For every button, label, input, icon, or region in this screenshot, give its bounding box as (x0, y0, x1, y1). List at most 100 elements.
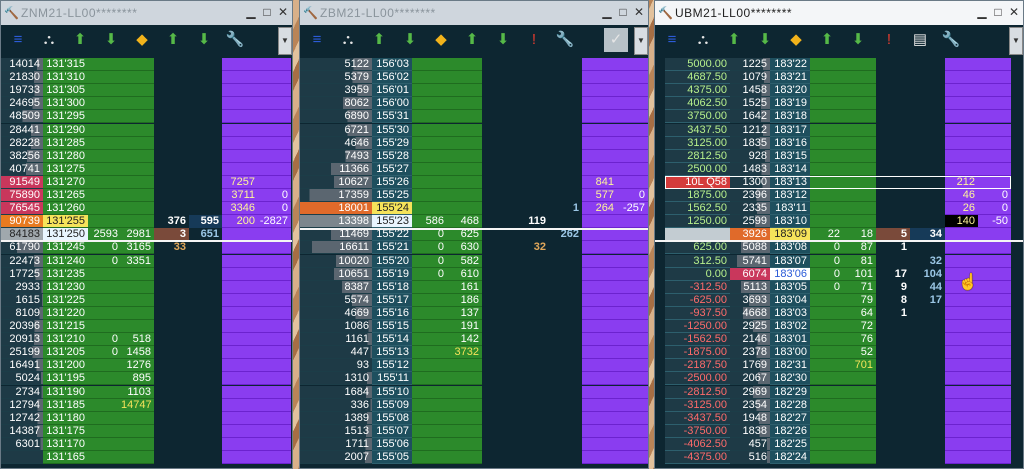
ladder-cell[interactable] (549, 438, 582, 451)
ladder-cell[interactable]: 131'290 (43, 123, 88, 137)
ladder-cell[interactable]: 17359 (300, 189, 372, 202)
ladder-cell[interactable]: 19733 (1, 84, 43, 98)
down-icon[interactable]: ⬇ (491, 28, 515, 52)
down-icon[interactable]: ⬇ (192, 28, 216, 52)
ladder-cell[interactable] (189, 189, 222, 202)
ladder-cell[interactable] (189, 346, 222, 359)
close-icon[interactable]: ✕ (632, 5, 646, 19)
ladder-cell[interactable] (88, 162, 121, 176)
ladder-cell[interactable]: 52 (843, 346, 876, 360)
ladder-cell[interactable]: 131'185 (43, 398, 88, 412)
ladder-cell[interactable] (222, 424, 258, 438)
ladder-cell[interactable]: 2067 (730, 372, 770, 386)
ladder-cell[interactable] (978, 385, 1011, 399)
ladder-cell[interactable]: 1310 (300, 372, 372, 386)
ladder-cell[interactable] (412, 110, 447, 124)
ladder-cell[interactable]: 1948 (730, 411, 770, 425)
pnl-column[interactable]: 5000.00 4687.50 4375.00 4062.50 3750.00 3437.… (665, 58, 730, 468)
ladder-cell[interactable] (258, 306, 291, 320)
ladder-cell[interactable] (582, 385, 617, 399)
ladder-cell[interactable] (121, 320, 154, 333)
ladder-cell[interactable] (482, 438, 549, 451)
ladder-cell[interactable]: 155'31 (372, 110, 412, 124)
ladder-cell[interactable] (876, 215, 910, 228)
ladder-cell[interactable] (876, 320, 910, 333)
ladder-cell[interactable] (549, 58, 582, 71)
ladder-cell[interactable]: 4062.50 (665, 97, 730, 111)
ladder-cell[interactable]: 34 (910, 228, 945, 242)
ladder-cell[interactable] (910, 189, 945, 202)
ladder-cell[interactable]: 8109 (1, 306, 43, 320)
ladder-cell[interactable]: 186 (447, 293, 482, 307)
title-bar[interactable]: 🔨 ZBM21-LL00******** ▁ □ ✕ (300, 1, 648, 25)
ladder-cell[interactable] (88, 189, 121, 202)
ladder-cell[interactable] (810, 123, 843, 137)
ladder-cell[interactable] (582, 97, 617, 111)
ladder-cell[interactable] (810, 451, 843, 464)
ladder-cell[interactable]: 61790 (1, 241, 43, 255)
minimize-icon[interactable]: ▁ (244, 5, 258, 19)
ladder-cell[interactable] (945, 110, 978, 124)
ladder-cell[interactable] (121, 437, 154, 451)
ladder-cell[interactable]: 161 (447, 280, 482, 294)
ladder-cell[interactable]: 155'12 (372, 359, 412, 373)
ladder-cell[interactable] (258, 267, 291, 281)
ladder-cell[interactable] (121, 451, 154, 464)
ladder-cell[interactable]: 155'14 (372, 333, 412, 347)
ladder-cell[interactable]: 131'285 (43, 136, 88, 150)
ladder-cell[interactable] (222, 280, 258, 294)
ladder-cell[interactable] (582, 451, 617, 464)
ladder-cell[interactable]: 17 (910, 293, 945, 307)
ladder-cell[interactable] (482, 399, 549, 412)
ladder-cell[interactable] (222, 228, 258, 242)
ladder-cell[interactable] (843, 451, 876, 464)
ladder-cell[interactable] (258, 84, 291, 98)
ladder-cell[interactable]: 183'12 (770, 189, 810, 202)
ladder-cell[interactable]: 1250.00 (665, 215, 730, 229)
mid-column[interactable]: 376 3 33 (154, 58, 189, 468)
ladder-cell[interactable] (617, 71, 648, 85)
ladder-cell[interactable] (412, 372, 447, 386)
ladder-cell[interactable] (189, 425, 222, 438)
volume-column[interactable]: 14014 21830 19733 24695 48509 28441 28228 38256… (1, 58, 43, 468)
ladder-cell[interactable]: 3351 (121, 254, 154, 268)
ladder-cell[interactable] (88, 71, 121, 85)
ladder-cell[interactable] (88, 293, 121, 307)
ladder-cell[interactable]: 17 (876, 267, 910, 281)
ladder-cell[interactable]: 131'260 (43, 202, 88, 216)
ladder-cell[interactable] (222, 71, 258, 85)
ladder-cell[interactable]: 93 (300, 359, 372, 373)
ladder-cell[interactable] (843, 162, 876, 176)
ladder-cell[interactable]: 183'22 (770, 58, 810, 71)
ladder-cell[interactable] (876, 346, 910, 359)
ladder-cell[interactable]: 0 (88, 241, 121, 255)
ladder-cell[interactable] (549, 333, 582, 346)
ladder-cell[interactable]: -3437.50 (665, 411, 730, 425)
ladder-cell[interactable] (910, 333, 945, 346)
ladder-cell[interactable] (549, 150, 582, 163)
ladder-cell[interactable] (154, 202, 189, 215)
ladder-cell[interactable]: 183'03 (770, 306, 810, 320)
ladder-cell[interactable]: 155'07 (372, 424, 412, 438)
ladder-cell[interactable] (910, 215, 945, 228)
ladder-cell[interactable] (447, 175, 482, 189)
bid2-column[interactable]: 18 87 81 101 71 79 64 72 76 52 701 (843, 58, 876, 468)
ladder-cell[interactable]: 155'06 (372, 437, 412, 451)
ladder-cell[interactable] (222, 254, 258, 268)
ladder-cell[interactable] (121, 97, 154, 111)
ladder-cell[interactable] (189, 202, 222, 215)
ladder-cell[interactable]: 1 (876, 306, 910, 320)
minimize-icon[interactable]: ▁ (975, 5, 989, 19)
ladder-cell[interactable]: 131'300 (43, 97, 88, 111)
ladder-cell[interactable]: 183'02 (770, 320, 810, 333)
ladder-cell[interactable]: 1225 (730, 58, 770, 71)
ladder-cell[interactable] (447, 385, 482, 399)
ladder-cell[interactable]: 2812.50 (665, 149, 730, 163)
ladder-cell[interactable] (617, 424, 648, 438)
ladder-cell[interactable] (810, 293, 843, 307)
ladder-cell[interactable] (549, 359, 582, 372)
ladder-cell[interactable] (482, 320, 549, 333)
ladder-cell[interactable] (810, 346, 843, 360)
ladder-cell[interactable] (482, 372, 549, 385)
ladder-cell[interactable] (549, 281, 582, 294)
